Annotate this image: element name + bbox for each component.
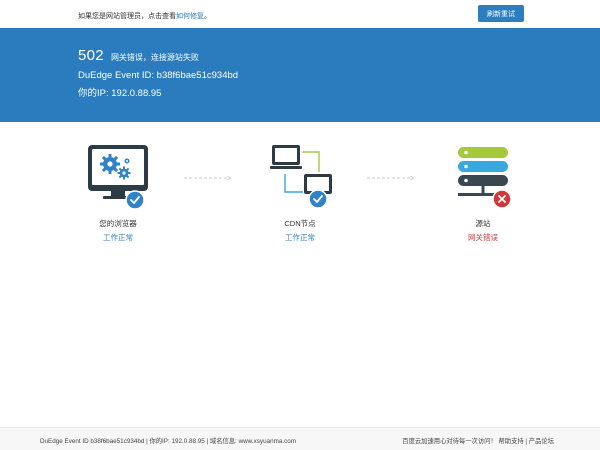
arrow-right-icon — [184, 176, 232, 180]
origin-node: 源站 网关错误 — [413, 140, 553, 242]
browser-status: 工作正常 — [103, 233, 133, 242]
notice-prefix: 如果您是网站管理员，点击查看 — [78, 13, 176, 20]
client-ip: 你的IP: 192.0.88.95 — [78, 88, 162, 99]
top-notice-bar: 如果您是网站管理员，点击查看如何修复。 刷新重试 — [0, 0, 600, 28]
event-id: DuEdge Event ID: b38f6bae51c934bd — [78, 70, 239, 81]
arrow-right-icon — [367, 176, 415, 180]
footer-info: DuEdge Event ID b38f6bae51c934bd | 你的IP:… — [40, 438, 296, 445]
error-heading: 502 网关错误，连接源站失败 — [78, 47, 199, 64]
server-stack-icon — [413, 140, 553, 212]
cdn-node: CDN节点 工作正常 — [230, 140, 370, 242]
notice-suffix: 。 — [204, 13, 211, 20]
error-code: 502 — [78, 47, 104, 64]
error-banner: 502 网关错误，连接源站失败 DuEdge Event ID: b38f6ba… — [0, 28, 600, 122]
origin-label: 源站 — [475, 219, 491, 228]
cdn-network-icon — [230, 140, 370, 212]
footer-links[interactable]: 百度云加速用心对待每一次访问！ 帮助支持 | 产品论坛 — [402, 436, 554, 445]
cdn-label: CDN节点 — [284, 219, 316, 228]
origin-status: 网关错误 — [468, 233, 498, 242]
browser-label: 您的浏览器 — [99, 219, 137, 228]
how-to-fix-link[interactable]: 如何修复 — [176, 13, 204, 20]
cdn-status: 工作正常 — [285, 233, 315, 242]
browser-node: 您的浏览器 工作正常 — [48, 140, 188, 242]
admin-notice: 如果您是网站管理员，点击查看如何修复。 — [78, 11, 211, 21]
error-description: 网关错误，连接源站失败 — [110, 53, 199, 62]
footer: DuEdge Event ID b38f6bae51c934bd | 你的IP:… — [0, 427, 600, 450]
refresh-retry-button[interactable]: 刷新重试 — [478, 5, 524, 22]
browser-monitor-icon — [48, 140, 188, 212]
